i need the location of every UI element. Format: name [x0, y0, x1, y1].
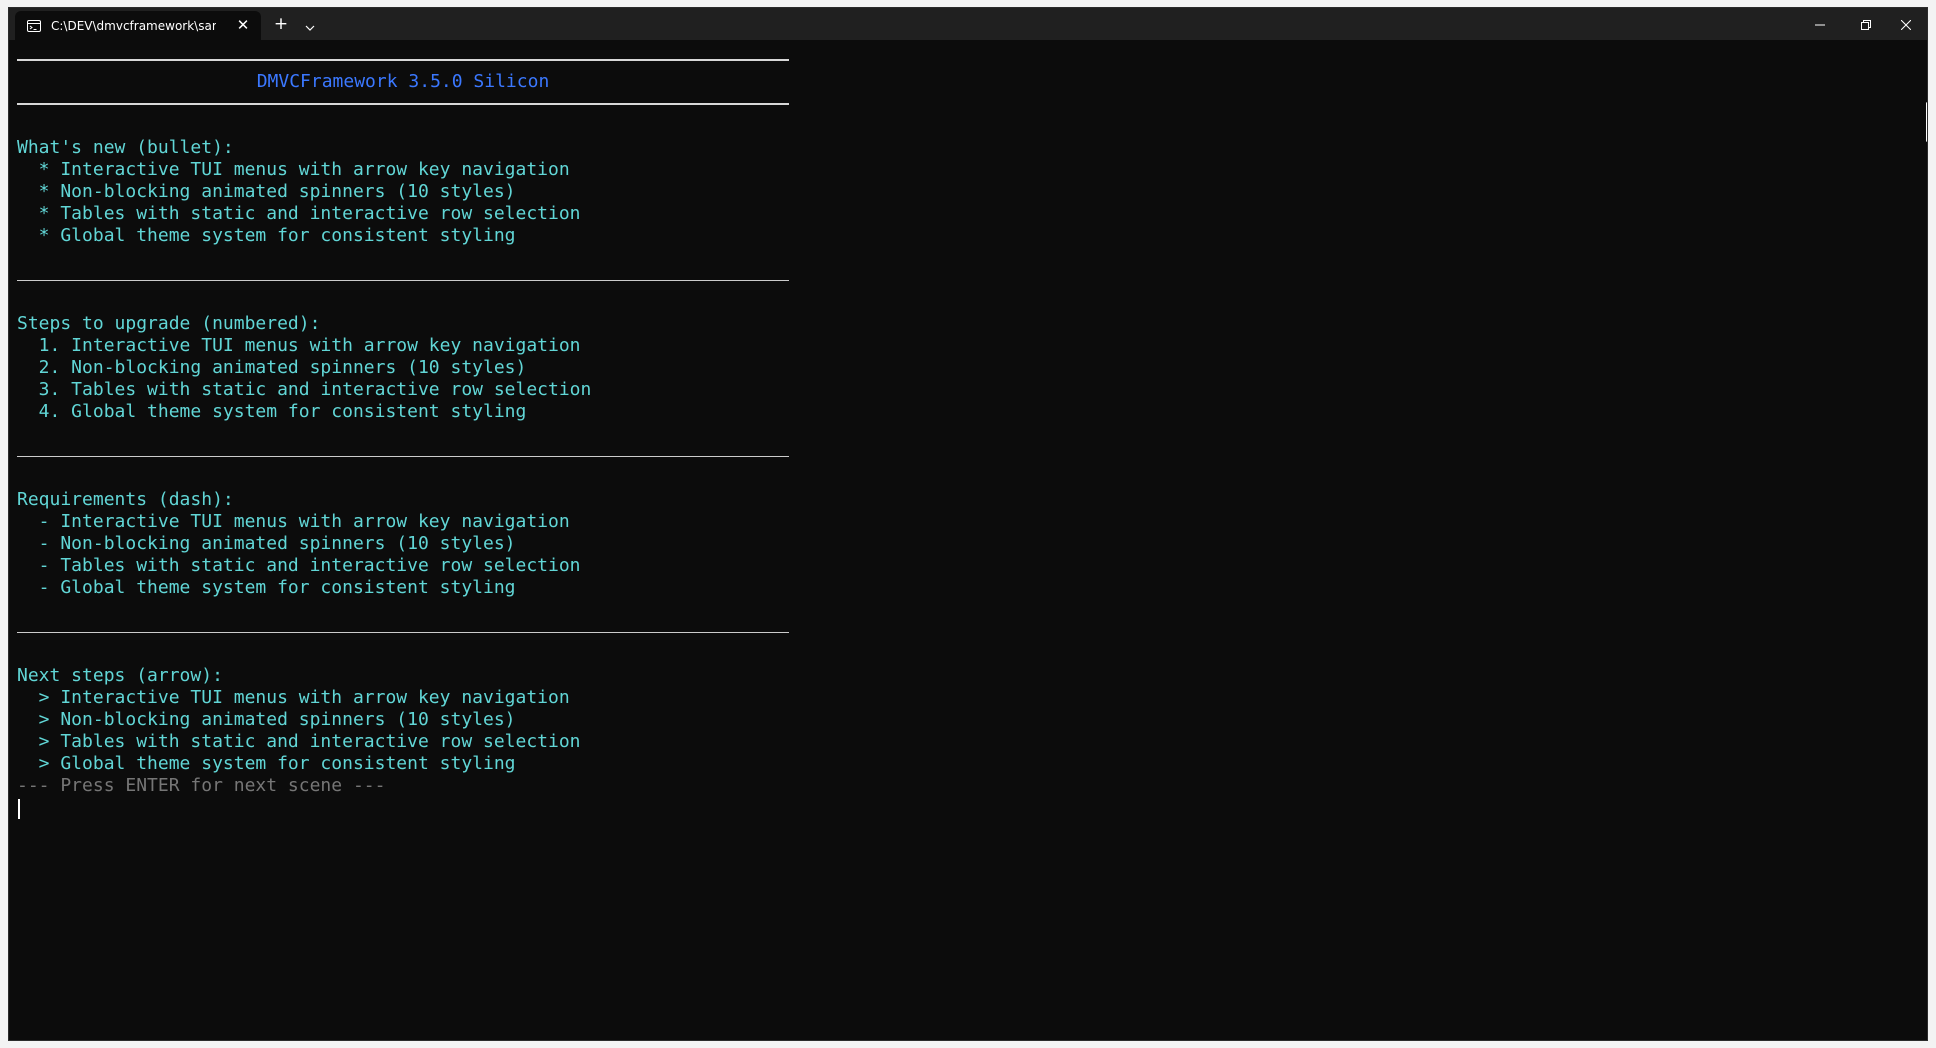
press-enter-prompt: --- Press ENTER for next scene ---	[17, 775, 386, 796]
title-bar[interactable]: C:\DEV\dmvcframework\sam| ✕ +	[9, 8, 1927, 40]
terminal-icon	[27, 19, 41, 33]
section-heading: Steps to upgrade (numbered):	[17, 313, 321, 334]
tab-terminal[interactable]: C:\DEV\dmvcframework\sam| ✕	[15, 11, 261, 40]
banner-bottom-rule	[17, 93, 789, 115]
list-item: * Global theme system for consistent sty…	[17, 225, 516, 246]
section-heading: What's new (bullet):	[17, 137, 234, 158]
list-item: - Interactive TUI menus with arrow key n…	[17, 511, 570, 532]
tab-close-button[interactable]: ✕	[235, 17, 251, 33]
list-item: - Tables with static and interactive row…	[17, 555, 581, 576]
list-item: > Non-blocking animated spinners (10 sty…	[17, 709, 516, 730]
list-item: * Interactive TUI menus with arrow key n…	[17, 159, 570, 180]
list-item: 4. Global theme system for consistent st…	[17, 401, 527, 422]
banner-top-rule	[17, 49, 789, 71]
list-item: - Global theme system for consistent sty…	[17, 577, 516, 598]
terminal-output[interactable]: DMVCFramework 3.5.0 Silicon What's new (…	[9, 40, 1927, 1040]
text-cursor	[18, 799, 20, 819]
new-tab-button[interactable]: +	[269, 15, 293, 35]
list-item: 1. Interactive TUI menus with arrow key …	[17, 335, 581, 356]
tab-title: C:\DEV\dmvcframework\sam|	[51, 18, 216, 33]
list-item: * Non-blocking animated spinners (10 sty…	[17, 181, 516, 202]
terminal-window: C:\DEV\dmvcframework\sam| ✕ + DMVCFramew…	[8, 7, 1928, 1041]
close-button[interactable]	[1883, 8, 1927, 40]
scrollbar-thumb[interactable]	[1926, 102, 1927, 142]
minimize-button[interactable]	[1797, 8, 1843, 40]
section-divider	[17, 269, 789, 291]
list-item: > Tables with static and interactive row…	[17, 731, 581, 752]
list-item: 2. Non-blocking animated spinners (10 st…	[17, 357, 527, 378]
terminal-text: DMVCFramework 3.5.0 Silicon What's new (…	[17, 49, 789, 819]
banner-title: DMVCFramework 3.5.0 Silicon	[256, 71, 550, 92]
window-bottom-edge	[9, 1040, 1928, 1041]
tab-dropdown-button[interactable]	[299, 15, 321, 35]
minimize-icon	[1815, 15, 1825, 34]
close-icon	[1900, 15, 1912, 34]
list-item: - Non-blocking animated spinners (10 sty…	[17, 533, 516, 554]
list-item: 3. Tables with static and interactive ro…	[17, 379, 592, 400]
list-item: > Global theme system for consistent sty…	[17, 753, 516, 774]
list-item: * Tables with static and interactive row…	[17, 203, 581, 224]
section-heading: Requirements (dash):	[17, 489, 234, 510]
cursor-line	[17, 797, 789, 819]
section-divider	[17, 445, 789, 467]
list-item: > Interactive TUI menus with arrow key n…	[17, 687, 570, 708]
section-divider	[17, 621, 789, 643]
restore-icon	[1861, 15, 1871, 34]
chevron-down-icon	[305, 16, 315, 35]
section-heading: Next steps (arrow):	[17, 665, 223, 686]
